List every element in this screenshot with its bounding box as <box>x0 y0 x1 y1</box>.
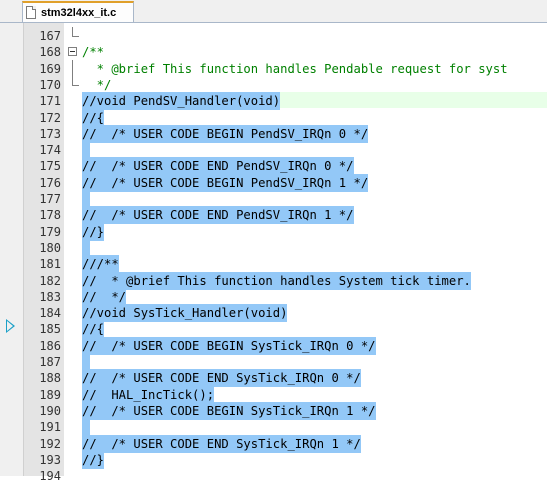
line-number: 186 <box>39 338 61 353</box>
code-line[interactable]: 194 <box>24 467 547 485</box>
code-text: // /* USER CODE END PendSV_IRQn 1 */ <box>82 206 354 225</box>
code-text <box>82 418 90 437</box>
line-number: 173 <box>39 126 61 141</box>
code-text: //{ <box>82 320 105 339</box>
code-text: //void PendSV_Handler(void) <box>82 92 281 111</box>
code-line[interactable]: 172 //{ <box>24 108 547 127</box>
code-line[interactable]: 174 <box>24 141 547 160</box>
code-line[interactable]: 186 // /* USER CODE BEGIN SysTick_IRQn 0 … <box>24 336 547 355</box>
code-line[interactable]: 168 /** <box>24 43 547 61</box>
code-text <box>82 238 90 257</box>
line-number: 184 <box>39 306 61 321</box>
c-file-icon <box>26 6 36 19</box>
code-line[interactable]: 177 <box>24 190 547 208</box>
line-number: 169 <box>39 61 61 76</box>
line-number: 181 <box>39 257 61 272</box>
code-text: // * @brief This function handles System… <box>82 271 471 290</box>
marker-margin[interactable] <box>0 23 24 476</box>
code-text: // /* USER CODE BEGIN SysTick_IRQn 1 */ <box>82 401 376 420</box>
code-line[interactable]: 173 // /* USER CODE BEGIN PendSV_IRQn 0 *… <box>24 124 547 143</box>
line-number: 183 <box>39 289 61 304</box>
code-text: * @brief This function handles Pendable … <box>82 61 508 76</box>
code-line[interactable]: 176 // /* USER CODE BEGIN PendSV_IRQn 1 *… <box>24 173 547 192</box>
code-line[interactable]: 167 <box>24 27 547 45</box>
code-line[interactable]: 182 // * @brief This function handles Sys… <box>24 271 547 290</box>
code-line[interactable]: 183 // */ <box>24 287 547 306</box>
code-line[interactable]: 179 //} <box>24 222 547 241</box>
code-text: //} <box>82 222 105 241</box>
code-line[interactable]: 184 //void SysTick_Handler(void) <box>24 304 547 323</box>
current-line-arrow-icon <box>6 319 15 333</box>
code-line[interactable]: 187 <box>24 353 547 371</box>
line-number: 190 <box>39 403 61 418</box>
line-number: 193 <box>39 452 61 467</box>
line-number: 187 <box>39 355 61 369</box>
code-line[interactable]: 180 <box>24 238 547 257</box>
code-line[interactable]: 181 ///** <box>24 255 547 274</box>
code-text: //} <box>82 450 105 469</box>
line-number: 170 <box>39 77 61 92</box>
line-number: 194 <box>39 469 61 484</box>
line-number: 167 <box>39 29 61 43</box>
code-text <box>82 141 90 160</box>
code-line[interactable]: 192 // /* USER CODE END SysTick_IRQn 1 */ <box>24 434 547 453</box>
code-line[interactable]: 190 // /* USER CODE BEGIN SysTick_IRQn 1 … <box>24 401 547 420</box>
code-text: // /* USER CODE BEGIN PendSV_IRQn 0 */ <box>82 124 369 143</box>
tab-label: stm32l4xx_it.c <box>41 6 117 19</box>
code-text: // /* USER CODE BEGIN SysTick_IRQn 0 */ <box>82 336 376 355</box>
line-number: 177 <box>39 192 61 206</box>
tab-bar: stm32l4xx_it.c <box>0 0 547 23</box>
tab-stm32l4xx-it[interactable]: stm32l4xx_it.c <box>22 1 134 22</box>
code-line[interactable]: 170 */ <box>24 75 547 94</box>
line-number: 191 <box>39 420 61 435</box>
line-number: 192 <box>39 436 61 451</box>
line-number: 168 <box>39 45 61 60</box>
line-number: 174 <box>39 143 61 158</box>
code-text <box>82 353 90 371</box>
code-text: // /* USER CODE END SysTick_IRQn 0 */ <box>82 369 361 388</box>
code-line[interactable]: 178 // /* USER CODE END PendSV_IRQn 1 */ <box>24 206 547 225</box>
code-text: /** <box>82 45 105 60</box>
code-text: //{ <box>82 108 105 127</box>
code-line[interactable]: 175 // /* USER CODE END PendSV_IRQn 0 */ <box>24 157 547 176</box>
code-text: //void SysTick_Handler(void) <box>82 304 288 323</box>
code-text: // HAL_IncTick(); <box>82 385 215 404</box>
line-number: 175 <box>39 159 61 174</box>
code-text: // /* USER CODE END SysTick_IRQn 1 */ <box>82 434 361 453</box>
fold-toggle-icon[interactable] <box>68 47 77 57</box>
fold-line-icon <box>72 59 73 78</box>
code-line[interactable]: 169 * @brief This function handles Penda… <box>24 59 547 78</box>
line-number: 180 <box>39 240 61 255</box>
line-number: 182 <box>39 273 61 288</box>
code-line[interactable]: 188 // /* USER CODE END SysTick_IRQn 0 */ <box>24 369 547 388</box>
fold-end-icon <box>72 27 79 37</box>
code-text: */ <box>82 77 112 92</box>
fold-end-icon <box>72 75 79 86</box>
line-number: 176 <box>39 175 61 190</box>
code-line[interactable]: 189 // HAL_IncTick(); <box>24 385 547 404</box>
code-text: // /* USER CODE END PendSV_IRQn 0 */ <box>82 157 354 176</box>
code-line[interactable]: 191 <box>24 418 547 437</box>
code-text <box>82 190 90 208</box>
code-text: ///** <box>82 255 119 274</box>
code-text: // */ <box>82 287 127 306</box>
code-line[interactable]: 185 //{ <box>24 320 547 339</box>
line-number: 171 <box>39 94 61 109</box>
line-number: 188 <box>39 371 61 386</box>
line-number: 178 <box>39 208 61 223</box>
line-number: 172 <box>39 110 61 125</box>
code-line[interactable]: 193 //} <box>24 450 547 469</box>
line-number: 189 <box>39 387 61 402</box>
line-number: 179 <box>39 224 61 239</box>
code-line[interactable]: 171 //void PendSV_Handler(void) <box>24 92 547 111</box>
line-number: 185 <box>39 322 61 337</box>
code-text: // /* USER CODE BEGIN PendSV_IRQn 1 */ <box>82 173 369 192</box>
